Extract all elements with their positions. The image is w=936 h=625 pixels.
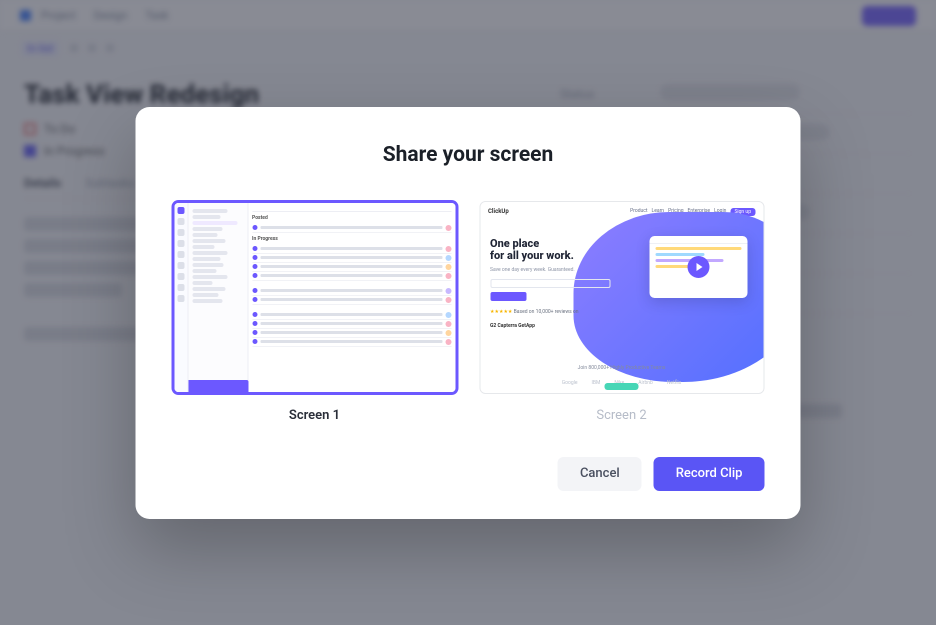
screen-option-1[interactable]: Posted In Progress [172, 201, 457, 423]
screen-1-label: Screen 1 [172, 408, 457, 423]
share-screen-modal: Share your screen [136, 107, 801, 519]
cancel-button[interactable]: Cancel [558, 457, 642, 491]
record-clip-button[interactable]: Record Clip [654, 457, 765, 491]
screen-2-label: Screen 2 [479, 408, 764, 423]
modal-title: Share your screen [172, 143, 765, 167]
screen-1-thumbnail[interactable]: Posted In Progress [172, 201, 457, 394]
screen-2-thumbnail[interactable]: ClickUp Product Learn Pricing Enterprise… [479, 201, 764, 394]
modal-buttons: Cancel Record Clip [172, 457, 765, 491]
play-icon [687, 256, 709, 278]
screen-options: Posted In Progress [172, 201, 765, 423]
screen-option-2[interactable]: ClickUp Product Learn Pricing Enterprise… [479, 201, 764, 423]
